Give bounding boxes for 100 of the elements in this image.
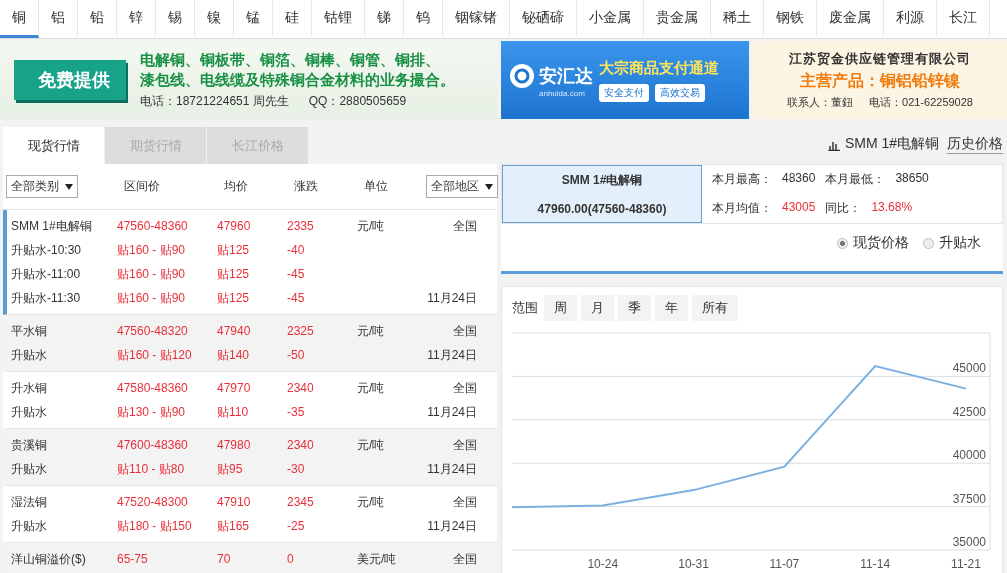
y-tick-label: 40000 [952, 448, 986, 463]
unit-text: 元/吨 [356, 436, 386, 454]
stat-label: 本月最高： [712, 171, 772, 188]
price-range: 贴160 - 贴90 [116, 289, 187, 307]
caret-icon [65, 183, 73, 190]
region-dropdown[interactable]: 全部地区 [426, 175, 498, 198]
radio-button[interactable] [923, 237, 934, 249]
feature-tag: 安全支付 [599, 83, 649, 102]
history-link[interactable]: 历史价格 [947, 134, 1003, 154]
ribbon-badge: 免费提供 [14, 60, 126, 100]
product-name: 升水铜 [10, 379, 48, 397]
average-price: 贴125 [216, 289, 251, 307]
product-name: SMM 1#电解铜 [10, 217, 93, 235]
average-price: 47960 [216, 219, 252, 233]
range-button[interactable]: 月 [581, 295, 614, 321]
feature-tag: 高效交易 [655, 83, 705, 102]
y-tick-label: 35000 [952, 535, 986, 549]
price-range: 65-75 [116, 552, 149, 566]
radio-option[interactable]: 现货价格 [837, 234, 909, 252]
ad-banner[interactable]: 免费提供 电解铜、铜板带、铜箔、铜棒、铜管、铜排、 漆包线、电线缆及特殊铜合金材料的业务撮合。 电话：18721224651 周先生 QQ：2880505659 [0, 41, 497, 119]
average-price: 70 [216, 552, 232, 566]
stat-label: 本月最低： [825, 171, 886, 188]
product-text: 主营产品：铜铝铅锌镍 [800, 71, 960, 91]
radio-label: 现货价格 [853, 234, 909, 252]
price-range: 贴160 - 贴90 [116, 265, 187, 283]
price-group[interactable]: 升水铜 47580-48360 47970 2340 元/吨 全国 升贴水 贴130 - 贴90 贴110 -35 11月24日 [3, 372, 497, 429]
region-text: 全国 [452, 550, 477, 568]
category-dropdown[interactable]: 全部类别 [6, 175, 78, 198]
price-change: -45 [286, 291, 306, 305]
stat-value: 38650 [895, 171, 929, 187]
x-tick-label: 10-24 [587, 557, 619, 571]
price-range: 47560-48360 [116, 219, 189, 233]
y-tick-label: 37500 [952, 491, 986, 506]
product-name: 升贴水 [10, 346, 48, 364]
radio-option[interactable]: 升贴水 [923, 234, 981, 252]
average-price: 贴165 [216, 517, 251, 535]
column-header: 区间价 [123, 178, 161, 195]
price-change: 2335 [286, 219, 315, 233]
logo-url: anhuida.com [539, 88, 585, 98]
region-text: 全国 [452, 436, 477, 454]
unit-text: 元/吨 [356, 379, 386, 397]
range-button[interactable]: 年 [655, 295, 688, 321]
price-change: -40 [286, 243, 306, 257]
price-change: 2345 [286, 495, 315, 509]
product-title: SMM 1#电解铜 [561, 172, 643, 190]
stat-label: 本月均值： [712, 200, 772, 217]
price-change: -35 [286, 405, 306, 419]
region-text: 全国 [452, 217, 477, 235]
region-text: 11月24日 [426, 460, 477, 478]
product-name: 湿法铜 [10, 493, 48, 511]
average-price: 贴125 [216, 265, 251, 283]
phone-text: 电话：021-62259028 [869, 95, 973, 110]
average-price: 贴125 [216, 241, 251, 259]
y-tick-label: 42500 [952, 404, 986, 419]
range-button[interactable]: 所有 [692, 295, 738, 321]
price-group[interactable]: 湿法铜 47520-48300 47910 2345 元/吨 全国 升贴水 贴180 - 贴150 贴165 -25 11月24日 [3, 486, 497, 543]
price-group[interactable]: SMM 1#电解铜 47560-48360 47960 2335 元/吨 全国 升贴水-10:30 贴160 - 贴90 贴125 -40 升贴水-11:00 贴160 - 贴90 贴125 -45 升贴水-11:30 贴160 - 贴90 贴125 -45 11月24日 [3, 210, 497, 315]
column-header: 均价 [223, 178, 249, 195]
metal-tab[interactable]: 铜 [0, 0, 39, 38]
range-label: 范围 [512, 299, 538, 317]
region-text: 11月24日 [426, 403, 477, 421]
stat-label: 同比： [825, 200, 862, 217]
product-name: 升贴水-10:30 [10, 241, 83, 259]
product-name: 平水铜 [10, 322, 48, 340]
ad-banner[interactable]: 安汇达 anhuida.com 大宗商品支付通道 安全支付 高效交易 [501, 41, 749, 119]
price-range: 贴110 - 贴80 [116, 460, 186, 478]
ad-text: 漆包线、电线缆及特殊铜合金材料的业务撮合。 [140, 70, 455, 90]
region-text: 11月24日 [426, 289, 477, 307]
product-name: 升贴水 [10, 403, 48, 421]
x-tick-label: 11-14 [860, 557, 891, 571]
product-name: 升贴水 [10, 517, 48, 535]
ad-banner[interactable]: 江苏贸金供应链管理有限公司 主营产品：铜铝铅锌镍 联系人：董鈕 电话：021-62259028 [753, 41, 1007, 119]
product-link-text: SMM 1#电解铜 [844, 135, 939, 153]
region-text: 11月24日 [426, 517, 477, 535]
contact-text: 联系人：董鈕 [787, 95, 853, 110]
price-change: -25 [286, 519, 306, 533]
product-price: 47960.00(47560-48360) [537, 201, 667, 216]
price-range: 贴130 - 贴90 [116, 403, 187, 421]
stat-value: 48360 [782, 171, 816, 187]
price-change: -45 [286, 267, 306, 281]
range-button[interactable]: 季 [618, 295, 651, 321]
unit-text: 美元/吨 [356, 550, 398, 568]
price-change: 0 [286, 552, 295, 566]
average-price: 47970 [216, 381, 252, 395]
qq-text: QQ：2880505659 [308, 92, 407, 110]
tab[interactable]: 现货行情 [3, 127, 104, 164]
x-tick-label: 11-21 [951, 557, 981, 571]
price-change: -50 [286, 348, 306, 362]
price-range: 贴160 - 贴90 [116, 241, 187, 259]
average-price: 贴110 [216, 403, 250, 421]
price-range: 47600-48360 [116, 438, 189, 452]
price-change: 2340 [286, 438, 315, 452]
price-range: 贴180 - 贴150 [116, 517, 193, 535]
price-change: 2325 [286, 324, 315, 338]
product-link[interactable]: SMM 1#电解铜 [827, 135, 939, 153]
range-button[interactable]: 周 [544, 295, 577, 321]
price-range: 47580-48360 [116, 381, 189, 395]
price-range: 贴160 - 贴120 [116, 346, 193, 364]
unit-text: 元/吨 [356, 493, 386, 511]
radio-button[interactable] [837, 237, 848, 249]
